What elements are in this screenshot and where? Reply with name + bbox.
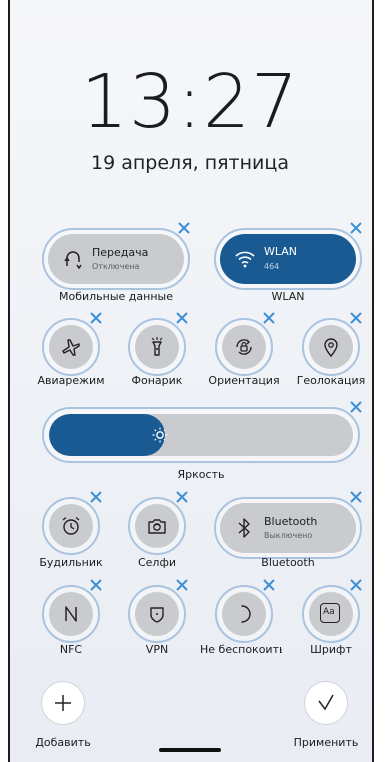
toggle-flashlight-label: Фонарик bbox=[131, 374, 183, 387]
home-indicator[interactable] bbox=[159, 748, 221, 752]
location-pin-icon bbox=[324, 338, 338, 358]
font-icon: Aa bbox=[320, 603, 340, 623]
sun-icon bbox=[152, 427, 168, 443]
mobile-data-icon bbox=[64, 251, 82, 269]
remove-location-icon[interactable] bbox=[348, 310, 364, 326]
toggle-location[interactable] bbox=[302, 318, 360, 376]
checkmark-icon bbox=[318, 694, 334, 711]
toggle-alarm-label: Будильник bbox=[39, 556, 103, 569]
left-frame-edge bbox=[8, 0, 10, 762]
toggle-font[interactable]: Aa bbox=[302, 585, 360, 643]
wifi-icon bbox=[235, 251, 255, 268]
remove-airplane-icon[interactable] bbox=[88, 310, 104, 326]
remove-brightness-icon[interactable] bbox=[348, 399, 364, 415]
toggle-rotation[interactable] bbox=[215, 318, 273, 376]
remove-vpn-icon[interactable] bbox=[174, 577, 190, 593]
moon-icon bbox=[241, 605, 251, 623]
toggle-airplane-label: Авиарежим bbox=[37, 374, 105, 387]
apply-button[interactable] bbox=[304, 681, 348, 725]
remove-selfie-icon[interactable] bbox=[174, 489, 190, 505]
remove-mobile-data-icon[interactable] bbox=[176, 220, 192, 236]
toggle-selfie[interactable] bbox=[128, 497, 186, 555]
nfc-icon bbox=[65, 606, 77, 622]
lockscreen-date: 19 апреля, пятница bbox=[91, 152, 289, 174]
bluetooth-tile[interactable]: Bluetooth Выключено bbox=[214, 497, 362, 559]
wlan-title: WLAN bbox=[264, 245, 298, 258]
font-icon-glyph: Aa bbox=[323, 607, 335, 617]
wlan-label: WLAN bbox=[271, 290, 305, 303]
remove-nfc-icon[interactable] bbox=[88, 577, 104, 593]
mobile-data-title: Передача bbox=[92, 246, 149, 259]
toggle-do-not-disturb[interactable] bbox=[215, 585, 273, 643]
alarm-clock-icon bbox=[62, 517, 80, 535]
add-button-label: Добавить bbox=[35, 736, 91, 749]
toggle-nfc[interactable] bbox=[42, 585, 100, 643]
flashlight-icon bbox=[151, 337, 163, 356]
brightness-slider[interactable] bbox=[42, 407, 360, 463]
bluetooth-icon bbox=[238, 518, 250, 538]
right-frame-edge bbox=[372, 0, 374, 762]
vpn-shield-icon bbox=[150, 607, 164, 623]
brightness-level bbox=[49, 414, 165, 456]
brightness-label: Яркость bbox=[177, 468, 225, 481]
bluetooth-status: Выключено bbox=[264, 531, 313, 540]
toggle-font-label: Шрифт bbox=[310, 643, 352, 656]
remove-font-icon[interactable] bbox=[348, 577, 364, 593]
lockscreen-clock: 13:27 bbox=[80, 59, 300, 145]
toggle-vpn-label: VPN bbox=[145, 643, 169, 656]
toggle-nfc-label: NFC bbox=[59, 643, 83, 656]
remove-do-not-disturb-icon[interactable] bbox=[261, 577, 277, 593]
toggle-flashlight[interactable] bbox=[128, 318, 186, 376]
remove-alarm-icon[interactable] bbox=[88, 489, 104, 505]
wlan-network: 464 bbox=[264, 262, 280, 271]
apply-button-label: Применить bbox=[293, 736, 359, 749]
toggle-selfie-label: Селфи bbox=[137, 556, 177, 569]
bluetooth-title: Bluetooth bbox=[264, 515, 318, 528]
toggle-do-not-disturb-label: Не беспокоить bbox=[200, 643, 282, 656]
toggle-rotation-label: Ориентация bbox=[208, 374, 280, 387]
mobile-data-status: Отключена bbox=[92, 262, 140, 271]
wlan-tile[interactable]: WLAN 464 bbox=[214, 228, 362, 290]
remove-flashlight-icon[interactable] bbox=[174, 310, 190, 326]
mobile-data-label: Мобильные данные bbox=[59, 290, 173, 303]
edit-quick-settings-screen: 13:27 19 апреля, пятница Передача Отключ… bbox=[8, 0, 372, 762]
bluetooth-label: Bluetooth bbox=[261, 556, 315, 569]
toggle-vpn[interactable] bbox=[128, 585, 186, 643]
remove-bluetooth-icon[interactable] bbox=[348, 489, 364, 505]
remove-rotation-icon[interactable] bbox=[261, 310, 277, 326]
remove-wlan-icon[interactable] bbox=[348, 220, 364, 236]
plus-icon bbox=[55, 695, 71, 711]
airplane-icon bbox=[62, 339, 80, 356]
add-button[interactable] bbox=[41, 681, 85, 725]
toggle-airplane[interactable] bbox=[42, 318, 100, 376]
toggle-location-label: Геолокация bbox=[296, 374, 366, 387]
mobile-data-tile[interactable]: Передача Отключена bbox=[42, 228, 190, 290]
selfie-camera-icon bbox=[148, 519, 166, 534]
rotation-lock-icon bbox=[236, 339, 252, 355]
toggle-alarm[interactable] bbox=[42, 497, 100, 555]
